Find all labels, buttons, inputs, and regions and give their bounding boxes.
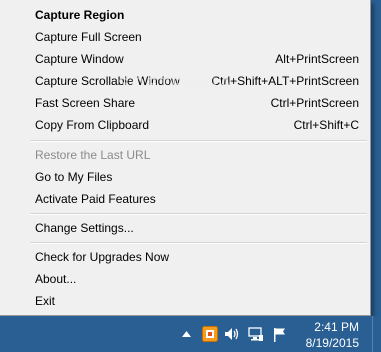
- menu-item-capture-scrollable-window[interactable]: Capture Scrollable Window Ctrl+Shift+ALT…: [2, 70, 368, 92]
- context-menu: Capture Region Capture Full Screen Captu…: [0, 0, 371, 316]
- app-tray-icon[interactable]: [202, 326, 218, 342]
- menu-item-activate-paid-features[interactable]: Activate Paid Features: [2, 188, 368, 210]
- menu-item-label: Restore the Last URL: [35, 148, 151, 162]
- menu-item-label: Check for Upgrades Now: [35, 250, 170, 264]
- menu-item-label: Exit: [35, 294, 56, 308]
- menu-item-label: Change Settings...: [35, 221, 134, 235]
- clock-date: 8/19/2015: [305, 336, 359, 350]
- menu-item-exit[interactable]: Exit: [2, 290, 368, 312]
- menu-item-capture-window[interactable]: Capture Window Alt+PrintScreen: [2, 48, 368, 70]
- menu-item-label: Capture Full Screen: [35, 30, 142, 44]
- menu-item-about[interactable]: About...: [2, 268, 368, 290]
- taskbar: 2:41 PM 8/19/2015: [0, 316, 381, 352]
- menu-separator: [30, 242, 367, 244]
- chevron-up-icon[interactable]: [178, 326, 194, 342]
- menu-separator: [30, 213, 367, 215]
- menu-item-shortcut: Ctrl+Shift+ALT+PrintScreen: [211, 74, 359, 88]
- menu-item-fast-screen-share[interactable]: Fast Screen Share Ctrl+PrintScreen: [2, 92, 368, 114]
- menu-item-change-settings[interactable]: Change Settings...: [2, 217, 368, 239]
- menu-separator: [30, 140, 367, 142]
- menu-item-go-to-my-files[interactable]: Go to My Files: [2, 166, 368, 188]
- show-desktop-button[interactable]: [372, 316, 381, 352]
- menu-item-restore-last-url: Restore the Last URL: [2, 144, 368, 166]
- clock-time: 2:41 PM: [314, 320, 359, 334]
- menu-item-label: Go to My Files: [35, 170, 113, 184]
- menu-item-label: About...: [35, 272, 77, 286]
- network-icon[interactable]: [248, 326, 264, 342]
- taskbar-clock[interactable]: 2:41 PM 8/19/2015: [306, 319, 359, 351]
- menu-item-shortcut: Alt+PrintScreen: [275, 52, 359, 66]
- menu-item-label: Capture Scrollable Window: [35, 74, 180, 88]
- menu-item-label: Fast Screen Share: [35, 96, 136, 110]
- flag-icon[interactable]: [272, 326, 288, 342]
- menu-item-capture-full-screen[interactable]: Capture Full Screen: [2, 26, 368, 48]
- menu-item-copy-from-clipboard[interactable]: Copy From Clipboard Ctrl+Shift+C: [2, 114, 368, 136]
- menu-item-label: Capture Window: [35, 52, 124, 66]
- speaker-icon[interactable]: [224, 326, 240, 342]
- menu-item-shortcut: Ctrl+PrintScreen: [270, 96, 359, 110]
- menu-item-label: Copy From Clipboard: [35, 118, 150, 132]
- menu-item-shortcut: Ctrl+Shift+C: [293, 118, 359, 132]
- menu-item-check-upgrades[interactable]: Check for Upgrades Now: [2, 246, 368, 268]
- menu-item-label: Activate Paid Features: [35, 192, 156, 206]
- menu-item-label: Capture Region: [35, 8, 125, 22]
- menu-item-capture-region[interactable]: Capture Region: [2, 4, 368, 26]
